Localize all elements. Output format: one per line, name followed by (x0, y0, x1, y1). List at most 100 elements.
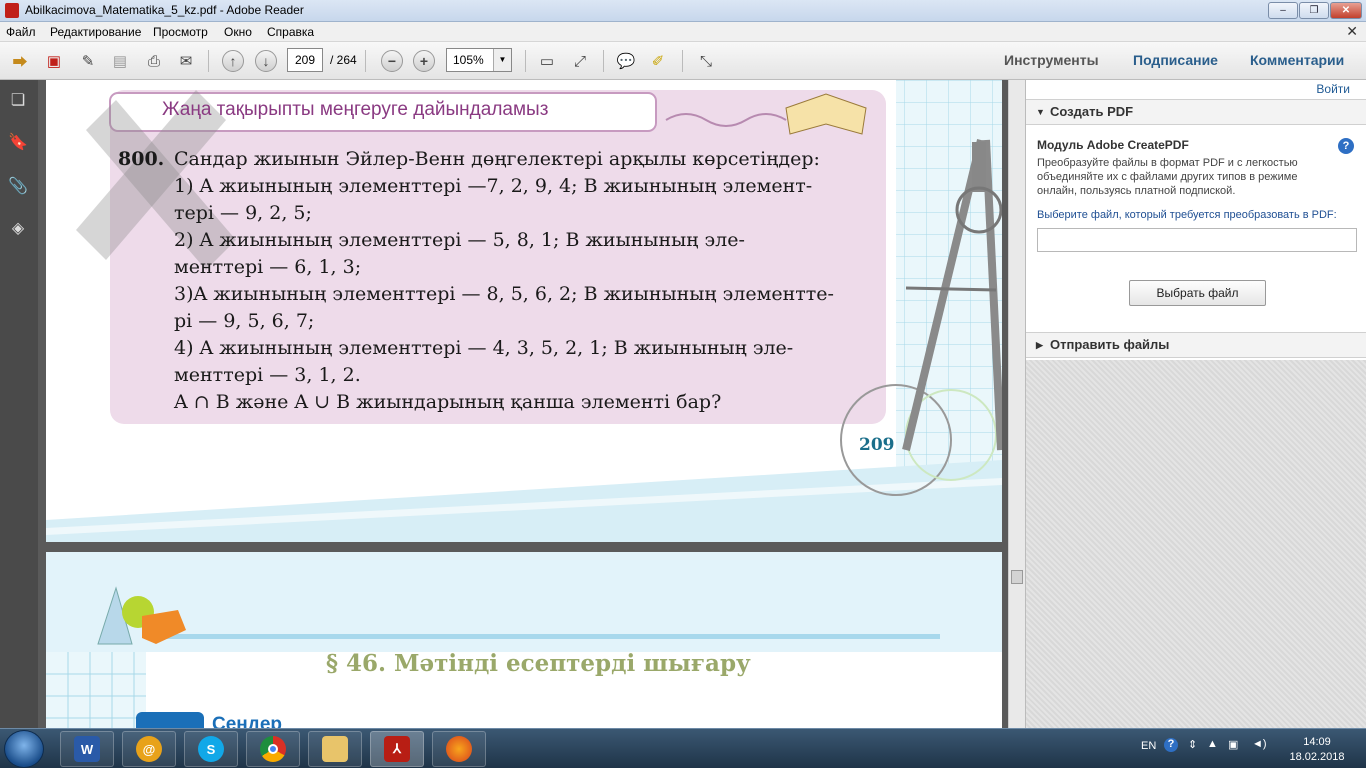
menu-file[interactable]: Файл (6, 25, 36, 39)
menu-window[interactable]: Окно (224, 25, 252, 39)
email-icon[interactable]: ✉ (174, 49, 198, 73)
problem-line: 3)A жиынының элементтері — 8, 5, 6, 2; B… (174, 283, 834, 305)
clock[interactable]: 14:09 18.02.2018 (1282, 735, 1352, 765)
page-thumbnails-icon[interactable]: ❏ (8, 90, 28, 112)
help-icon[interactable]: ? (1338, 138, 1354, 154)
firefox-icon (446, 736, 472, 762)
problem-line: 2) A жиынының элементтері — 5, 8, 1; B ж… (174, 229, 745, 251)
page-total: / 264 (330, 53, 357, 67)
adobe-reader-icon (5, 3, 19, 18)
page-header-art (46, 552, 1002, 728)
create-pdf-label: Создать PDF (1050, 104, 1134, 119)
partial-heading: Сендер (212, 714, 282, 728)
tools-panel: Войти ▼ Создать PDF Модуль Adobe CreatePD… (1025, 80, 1366, 728)
minimize-button[interactable]: – (1268, 2, 1298, 19)
menu-help[interactable]: Справка (267, 25, 314, 39)
triangle-right-icon: ▶ (1036, 340, 1043, 350)
chrome-icon (260, 736, 286, 762)
menu-edit[interactable]: Редактирование (50, 25, 141, 39)
restore-button[interactable]: ❐ (1299, 2, 1329, 19)
clock-time: 14:09 (1303, 736, 1331, 748)
taskbar-skype[interactable]: S (184, 731, 238, 767)
zoom-in-icon[interactable]: + (413, 50, 435, 72)
problem-line: менттері — 3, 1, 2. (174, 364, 361, 386)
problem-line: рі — 9, 5, 6, 7; (174, 310, 315, 332)
tools-link[interactable]: Инструменты (1004, 52, 1099, 68)
help-tray-icon[interactable]: ? (1164, 738, 1178, 752)
mail-agent-icon: @ (136, 736, 162, 762)
problem-line: A ∩ B және A ∪ B жиындарының қанша элеме… (174, 391, 722, 413)
scroll-thumb[interactable] (1011, 570, 1023, 584)
attachments-icon[interactable]: 📎 (8, 176, 28, 198)
taskbar-adobe-reader[interactable]: ⅄ (370, 731, 424, 767)
zoom-out-icon[interactable]: − (381, 50, 403, 72)
send-files-header[interactable]: ▶ Отправить файлы (1026, 332, 1366, 358)
section-banner: Жаңа тақырыпты меңгеруге дайындаламыз (162, 99, 549, 120)
highlight-icon[interactable]: ✐ (646, 49, 670, 73)
zoom-select[interactable]: 105% ▼ (446, 48, 512, 72)
navigation-pane: ❏ 🔖 📎 ◈ (0, 80, 38, 728)
document-view[interactable]: Жаңа тақырыпты меңгеруге дайындаламыз 80… (38, 80, 1008, 728)
word-icon: W (74, 736, 100, 762)
page-number: 209 (859, 435, 895, 455)
taskbar-word[interactable]: W (60, 731, 114, 767)
pdf-page-209: Жаңа тақырыпты меңгеруге дайындаламыз 80… (46, 80, 1002, 542)
select-file-prompt: Выберите файл, который требуется преобра… (1037, 209, 1337, 221)
section-title: § 46. Мәтінді есептерді шығару (326, 650, 751, 677)
taskbar-mail[interactable]: @ (122, 731, 176, 767)
panel-empty-area (1026, 360, 1366, 728)
previous-page-icon[interactable]: ↑ (222, 50, 244, 72)
send-files-label: Отправить файлы (1050, 337, 1170, 352)
module-title: Модуль Adobe CreatePDF (1037, 138, 1189, 152)
taskbar-explorer[interactable] (308, 731, 362, 767)
chevron-down-icon[interactable]: ▼ (493, 49, 511, 71)
problem-line: 4) A жиынының элементтері — 4, 3, 5, 2, … (174, 337, 794, 359)
pdf-page-210: § 46. Мәтінді есептерді шығару Сендер (46, 552, 1002, 728)
sign-link[interactable]: Подписание (1133, 52, 1218, 68)
taskbar: W @ S ⅄ EN ? ⇕ ▲ ▣ ◄) 14:09 18.02.2018 (0, 728, 1366, 768)
vertical-scrollbar[interactable] (1008, 80, 1025, 728)
problem-number: 800. (118, 148, 165, 170)
adobe-reader-icon: ⅄ (384, 736, 410, 762)
problem-line: Сандар жиынын Эйлер-Венн дөңгелектері ар… (174, 148, 820, 170)
problem-line: менттері — 6, 1, 3; (174, 256, 362, 278)
fit-page-icon[interactable]: ▭ (535, 49, 559, 73)
problem-line: тері — 9, 2, 5; (174, 202, 312, 224)
login-link[interactable]: Войти (1316, 82, 1350, 96)
triangle-down-icon: ▼ (1036, 107, 1045, 117)
close-document-icon[interactable]: ✕ (1346, 23, 1358, 40)
select-file-button[interactable]: Выбрать файл (1129, 280, 1266, 306)
close-button[interactable]: ✕ (1330, 2, 1362, 19)
bookmarks-icon[interactable]: 🔖 (8, 132, 28, 154)
problem-line: 1) A жиынының элементтері —7, 2, 9, 4; B… (174, 175, 813, 197)
create-pdf-icon[interactable]: ▣ (42, 49, 66, 73)
fit-width-icon[interactable]: ⤢ (568, 49, 592, 73)
save-icon[interactable]: ▤ (108, 49, 132, 73)
file-input[interactable] (1037, 228, 1357, 252)
comment-icon[interactable]: 💬 (614, 49, 638, 73)
title-bar: Abilkacimova_Matematika_5_kz.pdf - Adobe… (0, 0, 1366, 22)
print-icon[interactable]: ⎙ (142, 49, 166, 73)
page-number-input[interactable]: 209 (287, 48, 323, 72)
taskbar-firefox[interactable] (432, 731, 486, 767)
network-icon[interactable]: ▣ (1228, 738, 1238, 751)
edit-icon[interactable]: ✎ (76, 49, 100, 73)
create-pdf-header[interactable]: ▼ Создать PDF (1026, 99, 1366, 125)
volume-icon[interactable]: ◄) (1252, 738, 1267, 750)
module-description: Преобразуйте файлы в формат PDF и с легк… (1037, 157, 1298, 197)
language-indicator[interactable]: EN (1141, 740, 1156, 752)
comments-link[interactable]: Комментарии (1250, 52, 1344, 68)
start-button[interactable] (4, 730, 44, 768)
menu-view[interactable]: Просмотр (153, 25, 208, 39)
menu-bar: Файл Редактирование Просмотр Окно Справк… (0, 22, 1366, 42)
clock-date: 18.02.2018 (1289, 751, 1345, 763)
taskbar-chrome[interactable] (246, 731, 300, 767)
fullscreen-icon[interactable]: ⤡ (694, 49, 718, 73)
show-hidden-icons[interactable]: ▲ (1207, 738, 1218, 750)
skype-icon: S (198, 736, 224, 762)
open-icon[interactable]: ⮕ (8, 49, 32, 73)
zoom-value: 105% (453, 53, 484, 67)
layers-icon[interactable]: ◈ (8, 218, 28, 240)
next-page-icon[interactable]: ↓ (255, 50, 277, 72)
tray-expand-icon[interactable]: ⇕ (1188, 738, 1197, 751)
